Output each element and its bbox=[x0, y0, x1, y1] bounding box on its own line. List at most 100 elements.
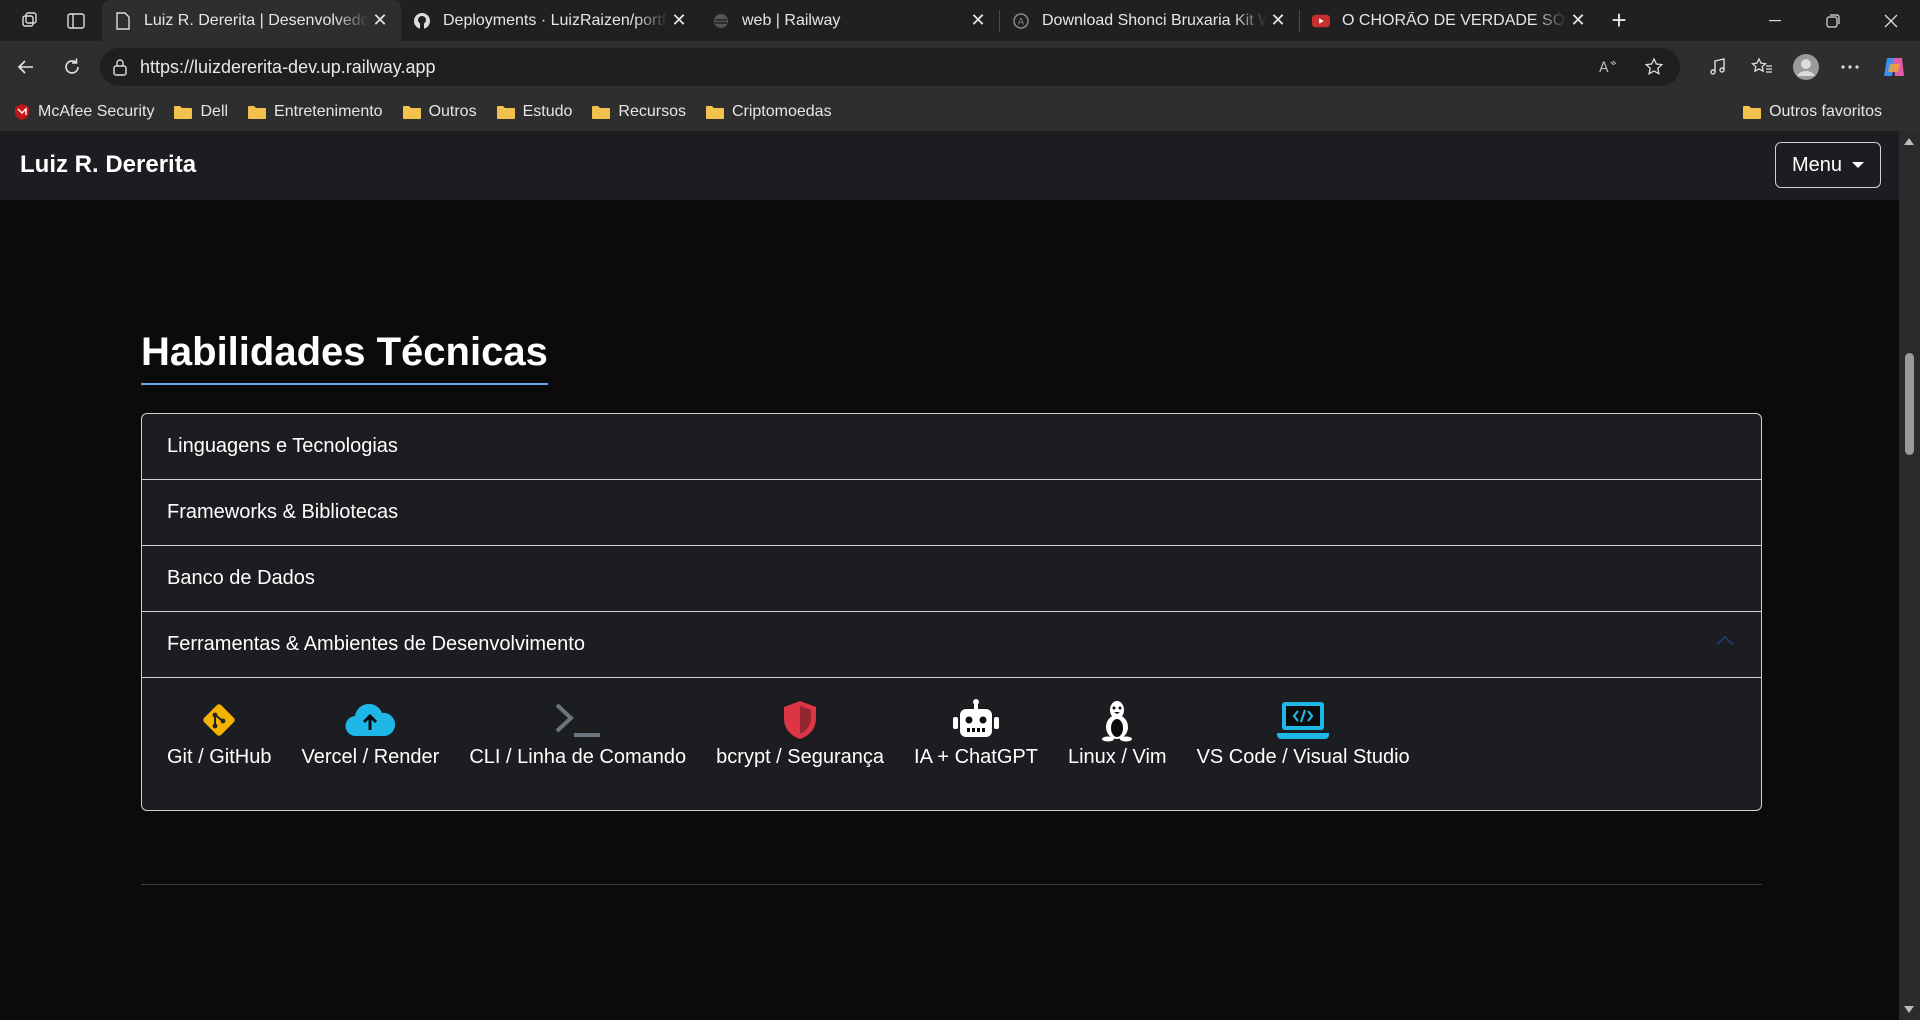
accordion-item-ferramentas[interactable]: Ferramentas & Ambientes de Desenvolvimen… bbox=[142, 612, 1761, 678]
profile-avatar-icon[interactable] bbox=[1786, 47, 1826, 87]
accordion-item-banco-de-dados[interactable]: Banco de Dados bbox=[142, 546, 1761, 612]
tab-title: web | Railway bbox=[742, 11, 841, 29]
folder-icon bbox=[496, 105, 515, 119]
tab-title: Luiz R. Dererita | Desenvolvedor F bbox=[144, 11, 369, 29]
github-icon bbox=[413, 12, 431, 30]
skill-label: bcrypt / Segurança bbox=[716, 746, 885, 768]
bookmark-label: Entretenimento bbox=[274, 103, 383, 120]
close-tab-icon[interactable]: ✕ bbox=[668, 10, 690, 32]
media-control-icon[interactable] bbox=[1698, 47, 1738, 87]
chevron-up-icon bbox=[1716, 635, 1734, 653]
bookmark-folder-recursos[interactable]: Recursos bbox=[592, 97, 686, 127]
mcafee-icon bbox=[14, 103, 30, 121]
scroll-up-icon[interactable] bbox=[1904, 138, 1914, 145]
close-tab-icon[interactable]: ✕ bbox=[369, 10, 391, 32]
skill-label: VS Code / Visual Studio bbox=[1196, 746, 1410, 768]
favorite-star-icon[interactable] bbox=[1634, 47, 1674, 87]
restore-button[interactable] bbox=[1804, 0, 1862, 41]
bookmark-label: Outros bbox=[428, 103, 477, 120]
skill-label: Linux / Vim bbox=[1067, 746, 1167, 768]
skill-label: CLI / Linha de Comando bbox=[469, 746, 687, 768]
cloud-upload-icon bbox=[344, 698, 396, 742]
tab-download[interactable]: A Download Shonci Bruxaria Kit WA ✕ bbox=[1000, 0, 1299, 41]
tab-strip: Luiz R. Dererita | Desenvolvedor F ✕ Dep… bbox=[0, 0, 1920, 41]
tab-title: O CHORÃO DE VERDADE SÓ QUE bbox=[1342, 11, 1567, 29]
bookmark-folder-dell[interactable]: Dell bbox=[174, 97, 228, 127]
close-tab-icon[interactable]: ✕ bbox=[1567, 10, 1589, 32]
close-window-button[interactable] bbox=[1862, 0, 1920, 41]
folder-icon bbox=[248, 105, 267, 119]
tab-portfolio[interactable]: Luiz R. Dererita | Desenvolvedor F ✕ bbox=[102, 0, 401, 41]
folder-icon bbox=[402, 105, 421, 119]
accordion-label: Linguagens e Tecnologias bbox=[167, 435, 398, 457]
minimize-button[interactable] bbox=[1746, 0, 1804, 41]
accordion-label: Frameworks & Bibliotecas bbox=[167, 501, 399, 523]
git-icon bbox=[199, 698, 239, 742]
bookmark-folder-entretenimento[interactable]: Entretenimento bbox=[248, 97, 383, 127]
bookmark-folder-estudo[interactable]: Estudo bbox=[496, 97, 572, 127]
refresh-icon[interactable] bbox=[52, 47, 92, 87]
skill-linux: Linux / Vim bbox=[1068, 698, 1167, 769]
url-text[interactable]: https://luizdererita-dev.up.railway.app bbox=[140, 57, 1588, 78]
scroll-down-icon[interactable] bbox=[1904, 1006, 1914, 1013]
laptop-code-icon bbox=[1276, 698, 1330, 742]
more-options-icon[interactable] bbox=[1830, 47, 1870, 87]
close-tab-icon[interactable]: ✕ bbox=[967, 10, 989, 32]
address-bar[interactable]: https://luizdererita-dev.up.railway.app … bbox=[100, 48, 1680, 86]
svg-text:A: A bbox=[1599, 60, 1609, 76]
bookmark-label: Recursos bbox=[618, 103, 686, 120]
section-divider bbox=[141, 884, 1762, 885]
bookmark-label: Dell bbox=[200, 103, 229, 120]
terminal-icon bbox=[554, 698, 602, 742]
read-aloud-icon[interactable]: A bbox=[1588, 47, 1628, 87]
site-icon: A bbox=[1012, 12, 1030, 30]
tab-deployments[interactable]: Deployments · LuizRaizen/portfoli ✕ bbox=[401, 0, 700, 41]
browser-toolbar: https://luizdererita-dev.up.railway.app … bbox=[0, 41, 1920, 93]
folder-icon bbox=[1743, 105, 1762, 119]
page-scrollbar[interactable] bbox=[1899, 131, 1920, 1020]
site-brand[interactable]: Luiz R. Dererita bbox=[20, 151, 196, 179]
accordion-body-ferramentas: Git / GitHub Vercel / Render CLI / Linha… bbox=[142, 678, 1761, 810]
bookmark-folder-outros-favoritos[interactable]: Outros favoritos bbox=[1743, 97, 1882, 127]
tab-title: Deployments · LuizRaizen/portfoli bbox=[443, 11, 668, 29]
robot-icon bbox=[950, 698, 1002, 742]
bookmarks-bar: McAfee Security Dell Entretenimento Outr… bbox=[0, 93, 1920, 131]
accordion-label: Ferramentas & Ambientes de Desenvolvimen… bbox=[167, 633, 585, 655]
vertical-tabs-icon[interactable] bbox=[60, 5, 92, 37]
bookmark-folder-outros[interactable]: Outros bbox=[402, 97, 477, 127]
tab-title: Download Shonci Bruxaria Kit WA bbox=[1042, 11, 1267, 29]
skill-git: Git / GitHub bbox=[167, 698, 271, 769]
linux-icon bbox=[1099, 698, 1135, 742]
accordion-item-frameworks[interactable]: Frameworks & Bibliotecas bbox=[142, 480, 1761, 546]
skill-ia: IA + ChatGPT bbox=[914, 698, 1038, 769]
lock-icon[interactable] bbox=[100, 58, 140, 76]
skill-vscode: VS Code / Visual Studio bbox=[1197, 698, 1410, 769]
caret-down-icon bbox=[1852, 162, 1865, 168]
menu-button[interactable]: Menu bbox=[1775, 142, 1881, 188]
folder-icon bbox=[174, 105, 193, 119]
tab-railway[interactable]: web | Railway ✕ bbox=[700, 0, 999, 41]
page-icon bbox=[114, 11, 132, 30]
section-title: Habilidades Técnicas bbox=[141, 330, 548, 385]
close-tab-icon[interactable]: ✕ bbox=[1267, 10, 1289, 32]
workspaces-icon[interactable] bbox=[14, 5, 46, 37]
bookmark-mcafee[interactable]: McAfee Security bbox=[14, 97, 154, 127]
folder-icon bbox=[592, 105, 611, 119]
back-icon[interactable] bbox=[6, 47, 46, 87]
bookmark-label: Outros favoritos bbox=[1769, 103, 1882, 120]
copilot-icon[interactable] bbox=[1874, 47, 1914, 87]
tab-youtube[interactable]: O CHORÃO DE VERDADE SÓ QUE ✕ bbox=[1300, 0, 1599, 41]
menu-label: Menu bbox=[1791, 153, 1843, 176]
scrollbar-thumb[interactable] bbox=[1905, 353, 1914, 455]
bookmark-folder-criptomoedas[interactable]: Criptomoedas bbox=[705, 97, 832, 127]
accordion-item-linguagens[interactable]: Linguagens e Tecnologias bbox=[142, 414, 1761, 480]
favorites-icon[interactable] bbox=[1742, 47, 1782, 87]
skill-bcrypt: bcrypt / Segurança bbox=[716, 698, 884, 769]
skill-cli: CLI / Linha de Comando bbox=[469, 698, 686, 769]
skill-vercel: Vercel / Render bbox=[301, 698, 439, 769]
svg-text:A: A bbox=[1018, 17, 1025, 27]
site-navbar: Luiz R. Dererita Menu bbox=[0, 131, 1899, 200]
new-tab-button[interactable]: + bbox=[1599, 0, 1639, 41]
web-page: Luiz R. Dererita Menu Habilidades Técnic… bbox=[0, 131, 1899, 1020]
railway-icon bbox=[712, 12, 730, 30]
